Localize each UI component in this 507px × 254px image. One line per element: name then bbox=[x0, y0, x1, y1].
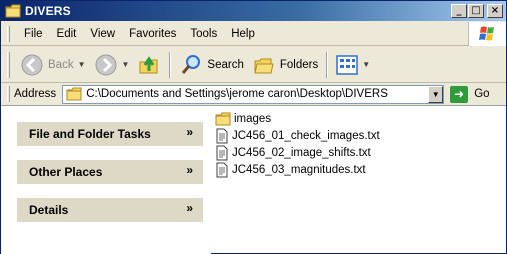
menu-edit[interactable]: Edit bbox=[51, 26, 85, 42]
windows-flag-icon bbox=[479, 26, 494, 41]
task-group-title: File and Folder Tasks bbox=[29, 127, 151, 141]
toolbar-separator bbox=[326, 51, 329, 78]
chevron-down-icon[interactable]: » bbox=[186, 163, 193, 177]
chevron-down-icon[interactable]: » bbox=[186, 125, 193, 139]
content-area: File and Folder Tasks » Other Places » D… bbox=[1, 105, 506, 254]
toolbar-grip[interactable] bbox=[7, 51, 10, 78]
folder-icon bbox=[66, 87, 82, 101]
task-group-file-folder[interactable]: File and Folder Tasks » bbox=[17, 122, 203, 146]
file-name: JC456_01_check_images.txt bbox=[232, 129, 380, 142]
task-group-title: Details bbox=[29, 203, 69, 217]
go-arrow-icon: ➜ bbox=[450, 85, 469, 103]
folders-button[interactable]: Folders bbox=[248, 50, 322, 80]
search-icon bbox=[182, 54, 201, 74]
list-item[interactable]: JC456_02_image_shifts.txt bbox=[215, 144, 380, 161]
menu-file[interactable]: File bbox=[18, 26, 51, 42]
back-button[interactable]: Back ▼ bbox=[16, 50, 90, 80]
file-name: JC456_02_image_shifts.txt bbox=[232, 146, 371, 159]
task-group-title: Other Places bbox=[29, 165, 103, 179]
address-dropdown-button[interactable]: ▼ bbox=[428, 85, 444, 103]
go-label: Go bbox=[474, 88, 490, 100]
maximize-button[interactable]: □ bbox=[468, 4, 484, 18]
folders-icon bbox=[254, 58, 274, 73]
forward-button[interactable]: ▼ bbox=[90, 50, 134, 80]
menu-help[interactable]: Help bbox=[225, 26, 263, 42]
text-file-icon bbox=[216, 162, 228, 177]
window-controls: _ □ × bbox=[451, 4, 503, 18]
address-path[interactable]: C:\Documents and Settings\jerome caron\D… bbox=[86, 88, 388, 100]
menu-favorites[interactable]: Favorites bbox=[123, 26, 184, 42]
search-button[interactable]: Search bbox=[175, 50, 247, 80]
text-file-icon bbox=[216, 128, 228, 143]
address-bar: Address C:\Documents and Settings\jerome… bbox=[1, 84, 506, 104]
address-grip[interactable] bbox=[7, 86, 10, 102]
views-icon bbox=[336, 54, 358, 75]
forward-dropdown-icon[interactable]: ▼ bbox=[122, 60, 130, 69]
menu-bar: File Edit View Favorites Tools Help bbox=[1, 22, 506, 46]
text-file-icon bbox=[216, 145, 228, 160]
task-group-other-places[interactable]: Other Places » bbox=[17, 160, 203, 184]
address-label: Address bbox=[14, 88, 57, 100]
views-dropdown-icon[interactable]: ▼ bbox=[362, 60, 370, 69]
address-field[interactable]: C:\Documents and Settings\jerome caron\D… bbox=[62, 84, 445, 104]
close-button[interactable]: × bbox=[487, 4, 503, 18]
folder-icon bbox=[215, 112, 231, 125]
folder-icon bbox=[5, 4, 21, 18]
chevron-down-icon[interactable]: » bbox=[186, 201, 193, 215]
toolbar-separator bbox=[169, 51, 172, 78]
up-folder-button[interactable] bbox=[133, 50, 165, 80]
file-name: images bbox=[234, 112, 272, 125]
task-group-details[interactable]: Details » bbox=[17, 198, 203, 222]
list-item[interactable]: JC456_03_magnitudes.txt bbox=[215, 161, 380, 178]
file-name: JC456_03_magnitudes.txt bbox=[232, 163, 366, 176]
forward-arrow-icon bbox=[95, 54, 116, 75]
search-label: Search bbox=[207, 58, 244, 71]
folders-label: Folders bbox=[279, 58, 319, 71]
back-dropdown-icon[interactable]: ▼ bbox=[78, 60, 86, 69]
file-list: images JC456_01_check_images.txt JC456_0… bbox=[215, 110, 380, 178]
list-item[interactable]: JC456_01_check_images.txt bbox=[215, 127, 380, 144]
go-button[interactable]: ➜ Go bbox=[450, 85, 490, 103]
menu-grip[interactable] bbox=[7, 25, 10, 42]
list-item[interactable]: images bbox=[215, 110, 380, 127]
explorer-window: DIVERS _ □ × File Edit View Favorites To… bbox=[0, 0, 507, 254]
standard-toolbar: Back ▼ ▼ Search Folders ▼ bbox=[1, 47, 506, 83]
back-arrow-icon bbox=[21, 54, 43, 75]
windows-logo bbox=[468, 22, 506, 46]
back-label: Back bbox=[48, 58, 74, 71]
menu-tools[interactable]: Tools bbox=[184, 26, 225, 42]
window-title: DIVERS bbox=[25, 4, 71, 18]
views-button[interactable]: ▼ bbox=[332, 50, 374, 80]
title-bar[interactable]: DIVERS _ □ × bbox=[1, 1, 506, 21]
menu-view[interactable]: View bbox=[84, 26, 123, 42]
up-folder-icon bbox=[139, 55, 158, 73]
task-pane: File and Folder Tasks » Other Places » D… bbox=[1, 106, 211, 254]
minimize-button[interactable]: _ bbox=[451, 4, 467, 18]
